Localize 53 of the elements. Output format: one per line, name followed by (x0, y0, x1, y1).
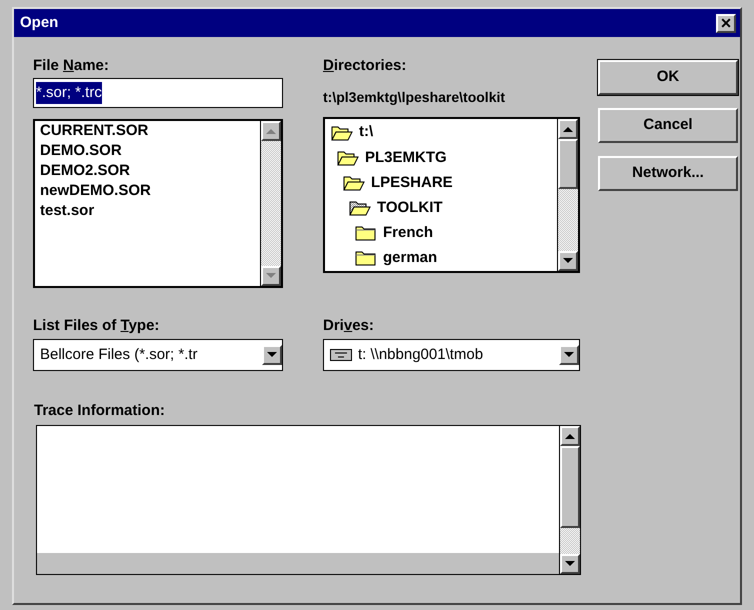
open-folder-icon (343, 174, 365, 192)
down-arrow-icon (564, 352, 574, 358)
open-folder-icon (349, 199, 371, 218)
open-folder-icon (337, 148, 359, 167)
file-name-field[interactable]: *.sor; *.trc (33, 78, 283, 108)
scroll-down-button[interactable] (559, 345, 579, 365)
directory-item[interactable]: t:\ (325, 120, 557, 146)
dialog-button[interactable]: Network... (598, 156, 738, 191)
directory-item[interactable]: TOOLKIT (325, 196, 557, 221)
down-arrow-icon (266, 273, 276, 279)
close-button[interactable]: × (716, 14, 736, 32)
scroll-up-button[interactable] (560, 426, 580, 446)
drives-label: Drives: (323, 316, 375, 336)
up-arrow-icon (266, 128, 276, 134)
file-type-dropdown[interactable]: Bellcore Files (*.sor; *.tr (33, 339, 283, 371)
file-item[interactable]: test.sor (40, 201, 260, 221)
file-name-label: File Name: (33, 56, 110, 76)
scroll-thumb[interactable] (558, 139, 578, 189)
scroll-down-button[interactable] (262, 345, 282, 365)
directory-item[interactable]: PL3EMKTG (325, 145, 557, 170)
open-folder-icon (331, 124, 353, 142)
scrollbar[interactable] (557, 119, 578, 271)
drive-icon (330, 349, 352, 361)
file-item[interactable]: DEMO.SOR (40, 141, 260, 161)
scroll-down-button[interactable] (560, 554, 580, 574)
file-item[interactable]: DEMO2.SOR (40, 161, 260, 181)
file-item[interactable]: newDEMO.SOR (40, 181, 260, 201)
directory-item[interactable]: german (325, 246, 557, 271)
down-arrow-icon (565, 561, 575, 567)
scroll-thumb[interactable] (560, 446, 580, 528)
folder-icon (355, 249, 377, 268)
directories-label: Directories: (323, 56, 408, 76)
scroll-down-button[interactable] (558, 251, 578, 271)
file-item[interactable]: CURRENT.SOR (40, 121, 260, 141)
directory-item[interactable]: French (325, 220, 557, 246)
scroll-down-button[interactable] (261, 266, 281, 286)
folder-icon (355, 224, 377, 242)
dialog-button[interactable]: Cancel (598, 108, 738, 143)
scroll-up-button[interactable] (558, 119, 578, 139)
up-arrow-icon (563, 126, 573, 132)
scroll-up-button[interactable] (261, 121, 281, 141)
down-arrow-icon (563, 258, 573, 264)
trace-information-label: Trace Information: (34, 401, 166, 421)
down-arrow-icon (267, 352, 277, 358)
scrollbar[interactable] (260, 121, 281, 286)
dialog-button[interactable]: OK (598, 60, 738, 95)
up-arrow-icon (565, 433, 575, 439)
window-title: Open (20, 12, 58, 33)
file-type-label: List Files of Type: (33, 316, 160, 336)
scrollbar[interactable] (559, 426, 580, 574)
directory-path: t:\pl3emktg\lpeshare\toolkit (323, 88, 506, 106)
drives-dropdown[interactable]: t: \\nbbng001\tmob (323, 339, 580, 371)
directory-item[interactable]: LPESHARE (325, 170, 557, 196)
